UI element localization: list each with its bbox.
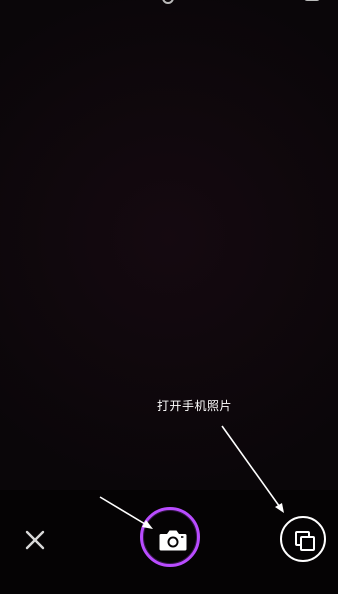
shutter-button[interactable]	[140, 507, 200, 567]
annotation-label: 打开手机照片	[157, 399, 233, 413]
gallery-icon	[295, 531, 315, 551]
close-icon	[25, 530, 45, 550]
camera-switch-icon[interactable]	[304, 0, 320, 6]
settings-icon[interactable]	[160, 0, 176, 6]
close-button[interactable]	[22, 527, 48, 553]
camera-icon	[159, 530, 187, 551]
camera-screen: 打开手机照片	[0, 0, 338, 594]
camera-viewfinder[interactable]	[0, 0, 338, 490]
gallery-button[interactable]	[280, 516, 326, 562]
